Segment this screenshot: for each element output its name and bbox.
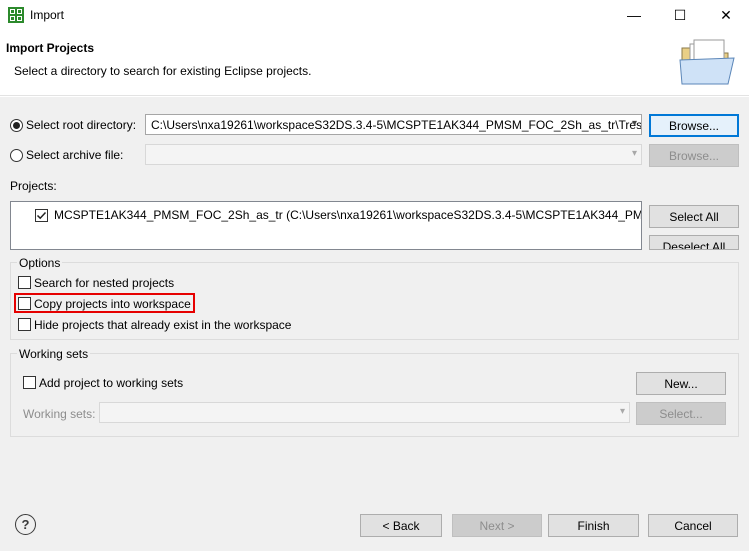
root-directory-value: C:\Users\nxa19261\workspaceS32DS.3.4-5\M… bbox=[151, 117, 642, 132]
close-icon: ✕ bbox=[720, 6, 732, 23]
eclipse-app-icon bbox=[8, 7, 24, 23]
new-working-set-button[interactable]: New... bbox=[636, 372, 726, 395]
help-icon[interactable]: ? bbox=[15, 514, 36, 535]
chevron-down-icon: ▾ bbox=[631, 118, 637, 129]
project-checkbox[interactable] bbox=[35, 208, 48, 222]
browse-directory-button[interactable]: Browse... bbox=[649, 114, 739, 137]
archive-file-combo[interactable]: ▾ bbox=[145, 144, 642, 165]
wizard-header bbox=[0, 30, 749, 96]
working-sets-group bbox=[10, 353, 739, 437]
page-title: Import Projects bbox=[6, 41, 95, 55]
browse-archive-button[interactable]: Browse... bbox=[649, 144, 739, 167]
root-directory-radio[interactable] bbox=[10, 119, 23, 132]
window-title: Import bbox=[30, 8, 65, 22]
root-directory-label: Select root directory: bbox=[26, 118, 137, 132]
root-directory-combo[interactable]: C:\Users\nxa19261\workspaceS32DS.3.4-5\M… bbox=[145, 114, 642, 135]
projects-list[interactable]: MCSPTE1AK344_PMSM_FOC_2Sh_as_tr (C:\User… bbox=[10, 201, 642, 250]
select-all-button[interactable]: Select All bbox=[649, 205, 739, 228]
options-title: Options bbox=[17, 256, 63, 270]
deselect-all-button[interactable]: Deselect All bbox=[649, 235, 739, 250]
open-folder-icon bbox=[676, 38, 740, 88]
minimize-button[interactable]: — bbox=[611, 0, 657, 30]
list-item[interactable]: MCSPTE1AK344_PMSM_FOC_2Sh_as_tr (C:\User… bbox=[35, 208, 642, 222]
archive-file-radio[interactable] bbox=[10, 149, 23, 162]
chevron-down-icon: ▾ bbox=[631, 148, 637, 159]
highlight-annotation bbox=[14, 293, 195, 313]
maximize-button[interactable]: ☐ bbox=[657, 0, 703, 30]
project-name: MCSPTE1AK344_PMSM_FOC_2Sh_as_tr (C:\User… bbox=[54, 208, 642, 222]
search-nested-label: Search for nested projects bbox=[34, 276, 175, 290]
back-button[interactable]: < Back bbox=[360, 514, 442, 537]
cancel-button[interactable]: Cancel bbox=[648, 514, 738, 537]
next-button[interactable]: Next > bbox=[452, 514, 542, 537]
finish-button[interactable]: Finish bbox=[548, 514, 639, 537]
maximize-icon: ☐ bbox=[673, 6, 687, 23]
working-sets-title: Working sets bbox=[17, 347, 91, 361]
add-to-working-sets-label: Add project to working sets bbox=[39, 376, 184, 390]
checkmark-icon bbox=[36, 211, 47, 219]
select-working-sets-button[interactable]: Select... bbox=[636, 402, 726, 425]
hide-existing-label: Hide projects that already exist in the … bbox=[34, 318, 292, 332]
hide-existing-checkbox[interactable] bbox=[18, 318, 31, 331]
add-to-working-sets-checkbox[interactable] bbox=[23, 376, 36, 389]
page-subtitle: Select a directory to search for existin… bbox=[14, 64, 312, 78]
chevron-down-icon: ▾ bbox=[619, 406, 625, 417]
archive-file-label: Select archive file: bbox=[26, 148, 124, 162]
working-sets-combo[interactable]: ▾ bbox=[99, 402, 630, 423]
search-nested-checkbox[interactable] bbox=[18, 276, 31, 289]
projects-label: Projects: bbox=[10, 179, 57, 193]
minimize-icon: — bbox=[627, 7, 641, 23]
close-button[interactable]: ✕ bbox=[703, 0, 749, 30]
working-sets-label: Working sets: bbox=[23, 407, 96, 421]
